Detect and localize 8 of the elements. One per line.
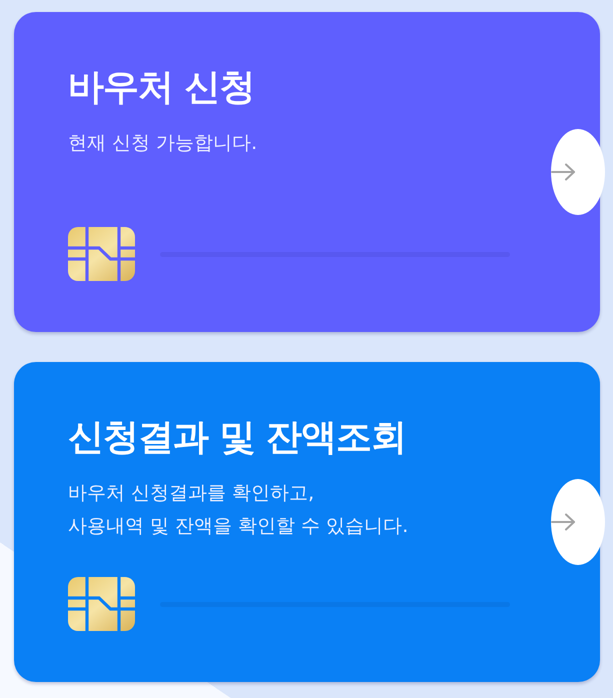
- card-title: 신청결과 및 잔액조회: [68, 416, 406, 460]
- arrow-right-icon: [551, 513, 575, 531]
- card-description: 현재 신청 가능합니다.: [68, 131, 258, 156]
- card-description: 바우처 신청결과를 확인하고, 사용내역 및 잔액을 확인할 수 있습니다.: [68, 481, 408, 539]
- chip-icon: [68, 227, 135, 281]
- chip-icon: [68, 577, 135, 631]
- card-title: 바우처 신청: [68, 66, 255, 110]
- arrow-right-icon: [551, 163, 575, 181]
